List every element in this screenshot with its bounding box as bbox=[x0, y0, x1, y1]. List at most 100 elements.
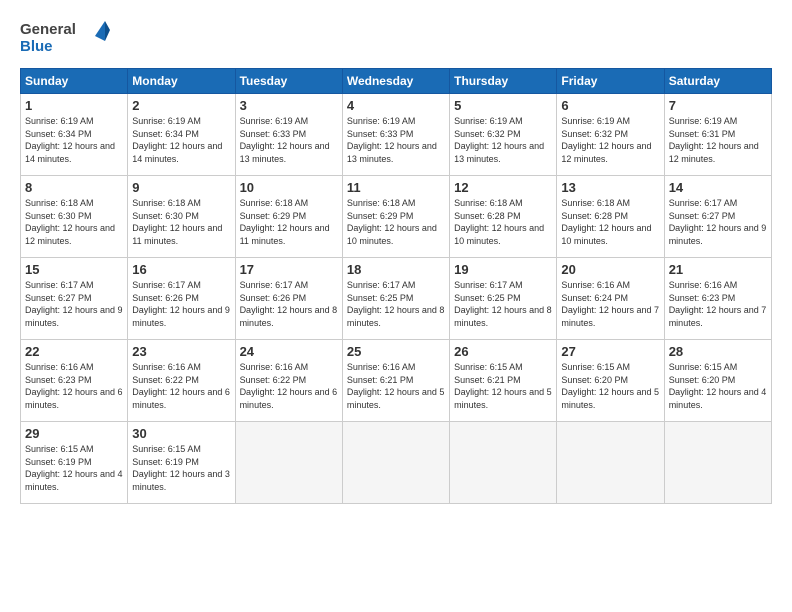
day-number: 3 bbox=[240, 98, 338, 113]
calendar-cell: 7 Sunrise: 6:19 AM Sunset: 6:31 PM Dayli… bbox=[664, 94, 771, 176]
day-info: Sunrise: 6:18 AM Sunset: 6:29 PM Dayligh… bbox=[240, 197, 338, 247]
day-number: 24 bbox=[240, 344, 338, 359]
day-number: 4 bbox=[347, 98, 445, 113]
day-info: Sunrise: 6:16 AM Sunset: 6:24 PM Dayligh… bbox=[561, 279, 659, 329]
calendar-cell: 3 Sunrise: 6:19 AM Sunset: 6:33 PM Dayli… bbox=[235, 94, 342, 176]
day-number: 20 bbox=[561, 262, 659, 277]
calendar-cell: 8 Sunrise: 6:18 AM Sunset: 6:30 PM Dayli… bbox=[21, 176, 128, 258]
day-number: 13 bbox=[561, 180, 659, 195]
day-info: Sunrise: 6:19 AM Sunset: 6:32 PM Dayligh… bbox=[561, 115, 659, 165]
calendar-cell bbox=[450, 422, 557, 504]
day-number: 19 bbox=[454, 262, 552, 277]
day-info: Sunrise: 6:15 AM Sunset: 6:19 PM Dayligh… bbox=[132, 443, 230, 493]
calendar-cell: 27 Sunrise: 6:15 AM Sunset: 6:20 PM Dayl… bbox=[557, 340, 664, 422]
day-number: 2 bbox=[132, 98, 230, 113]
calendar-cell: 25 Sunrise: 6:16 AM Sunset: 6:21 PM Dayl… bbox=[342, 340, 449, 422]
calendar-cell: 16 Sunrise: 6:17 AM Sunset: 6:26 PM Dayl… bbox=[128, 258, 235, 340]
day-number: 16 bbox=[132, 262, 230, 277]
day-info: Sunrise: 6:15 AM Sunset: 6:21 PM Dayligh… bbox=[454, 361, 552, 411]
day-info: Sunrise: 6:17 AM Sunset: 6:27 PM Dayligh… bbox=[669, 197, 767, 247]
day-info: Sunrise: 6:17 AM Sunset: 6:26 PM Dayligh… bbox=[132, 279, 230, 329]
day-of-week-header: Friday bbox=[557, 69, 664, 94]
day-number: 14 bbox=[669, 180, 767, 195]
day-of-week-header: Thursday bbox=[450, 69, 557, 94]
day-info: Sunrise: 6:16 AM Sunset: 6:23 PM Dayligh… bbox=[669, 279, 767, 329]
day-number: 29 bbox=[25, 426, 123, 441]
day-info: Sunrise: 6:15 AM Sunset: 6:20 PM Dayligh… bbox=[561, 361, 659, 411]
calendar-cell: 11 Sunrise: 6:18 AM Sunset: 6:29 PM Dayl… bbox=[342, 176, 449, 258]
day-info: Sunrise: 6:18 AM Sunset: 6:28 PM Dayligh… bbox=[454, 197, 552, 247]
calendar-cell: 12 Sunrise: 6:18 AM Sunset: 6:28 PM Dayl… bbox=[450, 176, 557, 258]
calendar-cell: 30 Sunrise: 6:15 AM Sunset: 6:19 PM Dayl… bbox=[128, 422, 235, 504]
day-info: Sunrise: 6:19 AM Sunset: 6:33 PM Dayligh… bbox=[240, 115, 338, 165]
calendar-cell: 2 Sunrise: 6:19 AM Sunset: 6:34 PM Dayli… bbox=[128, 94, 235, 176]
calendar-cell: 24 Sunrise: 6:16 AM Sunset: 6:22 PM Dayl… bbox=[235, 340, 342, 422]
day-info: Sunrise: 6:17 AM Sunset: 6:26 PM Dayligh… bbox=[240, 279, 338, 329]
day-number: 6 bbox=[561, 98, 659, 113]
logo: General Blue bbox=[20, 16, 110, 58]
day-info: Sunrise: 6:16 AM Sunset: 6:22 PM Dayligh… bbox=[240, 361, 338, 411]
day-number: 22 bbox=[25, 344, 123, 359]
day-number: 30 bbox=[132, 426, 230, 441]
day-number: 10 bbox=[240, 180, 338, 195]
day-info: Sunrise: 6:19 AM Sunset: 6:31 PM Dayligh… bbox=[669, 115, 767, 165]
calendar: SundayMondayTuesdayWednesdayThursdayFrid… bbox=[20, 68, 772, 504]
calendar-cell: 21 Sunrise: 6:16 AM Sunset: 6:23 PM Dayl… bbox=[664, 258, 771, 340]
day-info: Sunrise: 6:15 AM Sunset: 6:20 PM Dayligh… bbox=[669, 361, 767, 411]
day-number: 9 bbox=[132, 180, 230, 195]
day-number: 5 bbox=[454, 98, 552, 113]
day-info: Sunrise: 6:16 AM Sunset: 6:21 PM Dayligh… bbox=[347, 361, 445, 411]
calendar-cell: 26 Sunrise: 6:15 AM Sunset: 6:21 PM Dayl… bbox=[450, 340, 557, 422]
calendar-cell: 10 Sunrise: 6:18 AM Sunset: 6:29 PM Dayl… bbox=[235, 176, 342, 258]
header: General Blue bbox=[20, 16, 772, 58]
calendar-cell bbox=[235, 422, 342, 504]
calendar-cell: 6 Sunrise: 6:19 AM Sunset: 6:32 PM Dayli… bbox=[557, 94, 664, 176]
day-number: 12 bbox=[454, 180, 552, 195]
calendar-cell: 5 Sunrise: 6:19 AM Sunset: 6:32 PM Dayli… bbox=[450, 94, 557, 176]
calendar-cell: 23 Sunrise: 6:16 AM Sunset: 6:22 PM Dayl… bbox=[128, 340, 235, 422]
day-info: Sunrise: 6:18 AM Sunset: 6:30 PM Dayligh… bbox=[132, 197, 230, 247]
calendar-cell: 15 Sunrise: 6:17 AM Sunset: 6:27 PM Dayl… bbox=[21, 258, 128, 340]
calendar-cell: 28 Sunrise: 6:15 AM Sunset: 6:20 PM Dayl… bbox=[664, 340, 771, 422]
day-info: Sunrise: 6:15 AM Sunset: 6:19 PM Dayligh… bbox=[25, 443, 123, 493]
calendar-cell: 9 Sunrise: 6:18 AM Sunset: 6:30 PM Dayli… bbox=[128, 176, 235, 258]
day-of-week-header: Monday bbox=[128, 69, 235, 94]
day-info: Sunrise: 6:16 AM Sunset: 6:23 PM Dayligh… bbox=[25, 361, 123, 411]
day-number: 27 bbox=[561, 344, 659, 359]
calendar-cell: 14 Sunrise: 6:17 AM Sunset: 6:27 PM Dayl… bbox=[664, 176, 771, 258]
day-info: Sunrise: 6:19 AM Sunset: 6:32 PM Dayligh… bbox=[454, 115, 552, 165]
calendar-cell: 1 Sunrise: 6:19 AM Sunset: 6:34 PM Dayli… bbox=[21, 94, 128, 176]
day-info: Sunrise: 6:18 AM Sunset: 6:30 PM Dayligh… bbox=[25, 197, 123, 247]
calendar-cell bbox=[664, 422, 771, 504]
day-info: Sunrise: 6:16 AM Sunset: 6:22 PM Dayligh… bbox=[132, 361, 230, 411]
day-number: 18 bbox=[347, 262, 445, 277]
day-number: 23 bbox=[132, 344, 230, 359]
svg-text:General: General bbox=[20, 21, 76, 38]
day-number: 7 bbox=[669, 98, 767, 113]
day-number: 17 bbox=[240, 262, 338, 277]
day-info: Sunrise: 6:19 AM Sunset: 6:34 PM Dayligh… bbox=[132, 115, 230, 165]
logo-svg: General Blue bbox=[20, 16, 110, 58]
calendar-cell: 29 Sunrise: 6:15 AM Sunset: 6:19 PM Dayl… bbox=[21, 422, 128, 504]
day-number: 25 bbox=[347, 344, 445, 359]
day-number: 21 bbox=[669, 262, 767, 277]
calendar-cell bbox=[557, 422, 664, 504]
day-info: Sunrise: 6:18 AM Sunset: 6:29 PM Dayligh… bbox=[347, 197, 445, 247]
day-number: 15 bbox=[25, 262, 123, 277]
calendar-cell: 13 Sunrise: 6:18 AM Sunset: 6:28 PM Dayl… bbox=[557, 176, 664, 258]
day-info: Sunrise: 6:17 AM Sunset: 6:25 PM Dayligh… bbox=[454, 279, 552, 329]
svg-text:Blue: Blue bbox=[20, 38, 53, 55]
day-number: 8 bbox=[25, 180, 123, 195]
day-info: Sunrise: 6:18 AM Sunset: 6:28 PM Dayligh… bbox=[561, 197, 659, 247]
calendar-cell: 19 Sunrise: 6:17 AM Sunset: 6:25 PM Dayl… bbox=[450, 258, 557, 340]
day-number: 28 bbox=[669, 344, 767, 359]
calendar-cell: 18 Sunrise: 6:17 AM Sunset: 6:25 PM Dayl… bbox=[342, 258, 449, 340]
day-number: 1 bbox=[25, 98, 123, 113]
day-of-week-header: Wednesday bbox=[342, 69, 449, 94]
calendar-cell bbox=[342, 422, 449, 504]
day-of-week-header: Sunday bbox=[21, 69, 128, 94]
day-number: 11 bbox=[347, 180, 445, 195]
day-info: Sunrise: 6:17 AM Sunset: 6:25 PM Dayligh… bbox=[347, 279, 445, 329]
calendar-cell: 17 Sunrise: 6:17 AM Sunset: 6:26 PM Dayl… bbox=[235, 258, 342, 340]
day-of-week-header: Tuesday bbox=[235, 69, 342, 94]
